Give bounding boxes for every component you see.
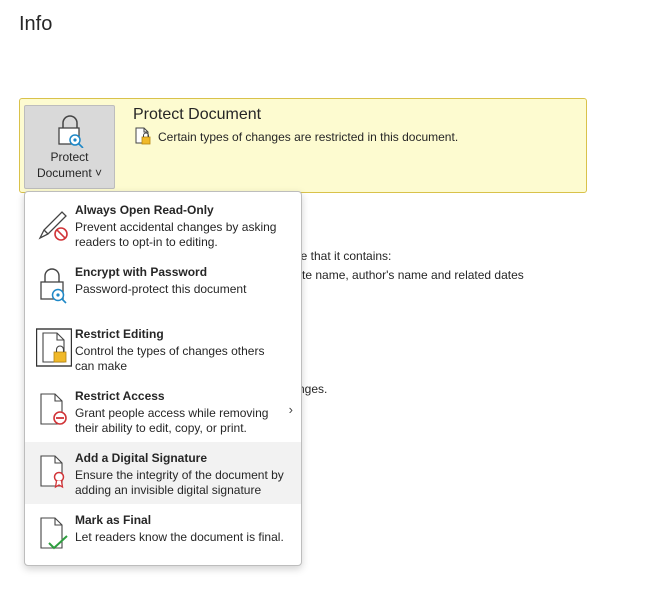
menu-item-restrict-access[interactable]: Restrict Access Grant people access whil… (25, 380, 301, 442)
document-lock-icon (135, 127, 151, 145)
protect-document-button[interactable]: Protect Document ˅ (24, 105, 115, 189)
menu-item-restrict-editing[interactable]: Restrict Editing Control the types of ch… (25, 318, 301, 380)
menu-item-mark-as-final[interactable]: Mark as Final Let readers know the docum… (25, 504, 301, 566)
menu-item-title: Encrypt with Password (75, 265, 208, 279)
menu-item-desc: Prevent accidental changes by asking rea… (75, 220, 277, 249)
menu-item-title: Mark as Final (75, 513, 152, 527)
menu-item-desc: Let readers know the document is final. (75, 530, 284, 544)
menu-item-title: Restrict Editing (75, 327, 164, 341)
menu-item-desc: Password-protect this document (75, 282, 247, 296)
document-lock-icon (36, 328, 72, 367)
page-title: Info (19, 13, 53, 35)
menu-item-add-digital-signature[interactable]: Add a Digital Signature Ensure the integ… (25, 442, 301, 504)
document-restrict-icon (40, 393, 67, 425)
chevron-right-icon: › (288, 402, 293, 417)
protect-button-label-2: Document ˅ (36, 166, 103, 180)
pencil-no-icon (38, 211, 68, 241)
document-check-icon (40, 517, 68, 550)
menu-item-always-open-read-only[interactable]: Always Open Read-Only Prevent accidental… (25, 194, 301, 256)
menu-item-desc: Grant people access while removing their… (75, 406, 269, 435)
protect-title: Protect Document (133, 106, 262, 123)
menu-item-title: Restrict Access (75, 389, 165, 403)
menu-item-desc: Ensure the integrity of the document by … (75, 468, 284, 497)
versions-text: nges. (298, 382, 328, 396)
protect-button-label-1: Protect (50, 150, 89, 164)
lock-key-icon (40, 268, 67, 304)
menu-item-encrypt-with-password[interactable]: Encrypt with Password Password-protect t… (25, 256, 301, 318)
document-ribbon-icon (40, 455, 65, 489)
menu-item-title: Always Open Read-Only (75, 203, 214, 217)
protect-document-menu: Always Open Read-Only Prevent accidental… (24, 191, 302, 566)
protect-description: Certain types of changes are restricted … (158, 130, 459, 144)
lock-key-icon (58, 115, 84, 148)
inspect-text-line-1: are that it contains: (290, 249, 392, 263)
inspect-text-line-2: plate name, author's name and related da… (286, 268, 524, 282)
menu-item-desc: Control the types of changes others can … (75, 344, 265, 373)
menu-item-title: Add a Digital Signature (75, 451, 208, 465)
